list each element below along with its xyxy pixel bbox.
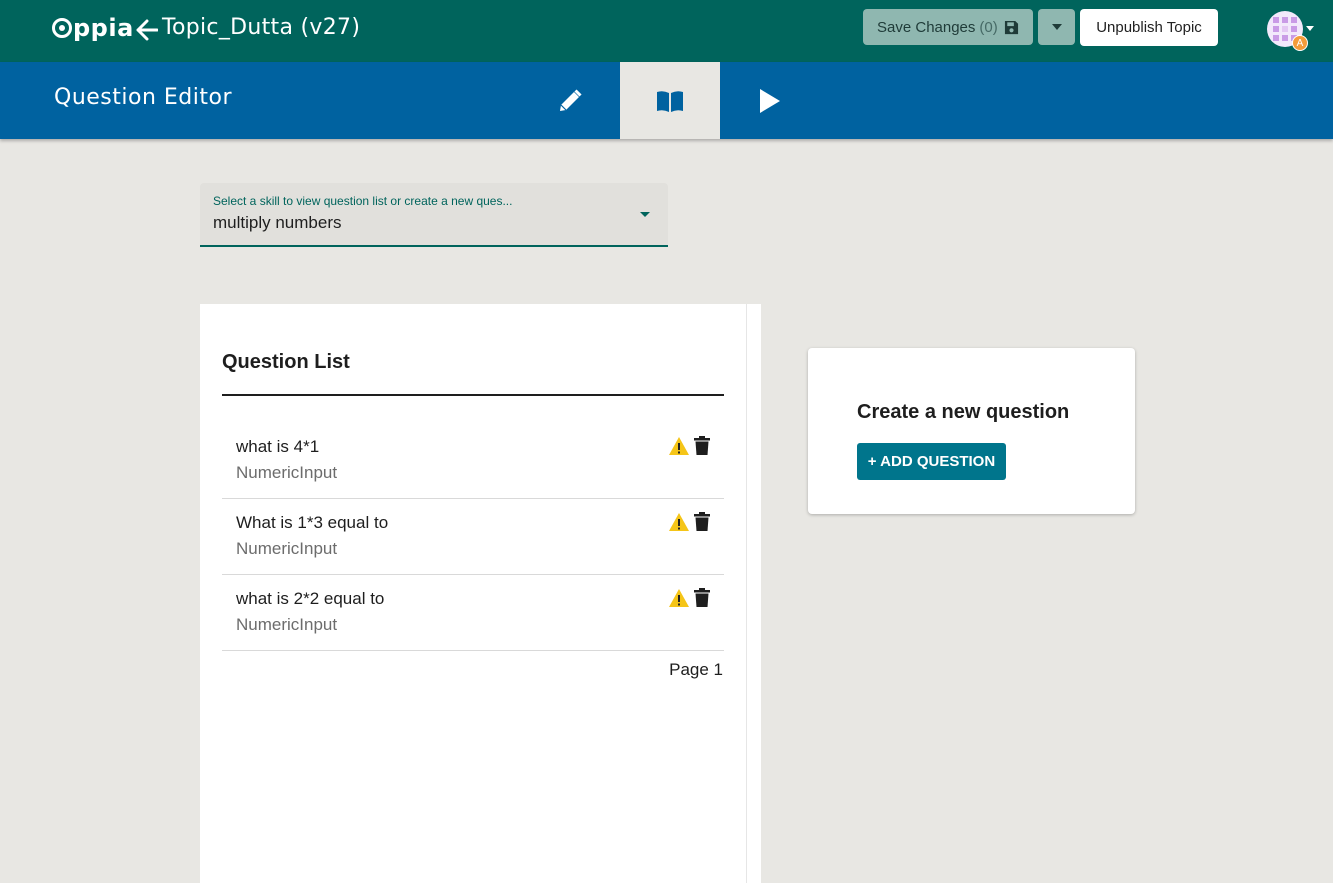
create-question-card: Create a new question + ADD QUESTION xyxy=(808,348,1135,514)
floppy-disk-icon xyxy=(1004,20,1018,34)
question-interaction-type: NumericInput xyxy=(236,463,338,482)
question-text: What is 1*3 equal to xyxy=(236,513,389,532)
tab-main-editor[interactable] xyxy=(520,62,620,139)
oppia-logo-mark-icon xyxy=(52,18,72,38)
save-changes-button[interactable]: Save Changes (0) xyxy=(863,9,1033,45)
question-row[interactable]: what is 4*1 NumericInput xyxy=(222,423,724,499)
page-title: Question Editor xyxy=(54,85,232,110)
save-changes-label: Save Changes xyxy=(877,18,976,36)
skill-select-dropdown[interactable]: Select a skill to view question list or … xyxy=(200,183,668,247)
avatar-badge: A xyxy=(1292,35,1308,51)
topic-title: Topic_Dutta (v27) xyxy=(162,15,361,40)
logo-text: ppia xyxy=(73,14,134,42)
trash-icon[interactable] xyxy=(694,436,710,455)
pencil-icon xyxy=(560,88,582,111)
trash-icon[interactable] xyxy=(694,512,710,531)
add-question-button[interactable]: + ADD QUESTION xyxy=(857,443,1006,480)
question-list-divider xyxy=(222,394,724,396)
back-arrow-icon[interactable] xyxy=(136,17,158,43)
tab-question-editor[interactable] xyxy=(620,62,720,139)
trash-icon[interactable] xyxy=(694,588,710,607)
editor-navbar: Question Editor xyxy=(0,62,1333,139)
skill-select-label: Select a skill to view question list or … xyxy=(213,194,513,208)
question-list-panel: Question List what is 4*1 NumericInput W… xyxy=(200,304,746,883)
panel-splitter[interactable] xyxy=(746,304,761,883)
question-list-title: Question List xyxy=(222,351,350,373)
save-changes-count: (0) xyxy=(979,18,998,36)
play-icon xyxy=(760,88,780,113)
question-interaction-type: NumericInput xyxy=(236,539,338,558)
profile-menu-caret-icon[interactable] xyxy=(1306,26,1314,31)
question-text: what is 2*2 equal to xyxy=(236,589,385,608)
caret-down-icon xyxy=(1051,24,1062,30)
tab-preview[interactable] xyxy=(719,62,819,139)
chevron-down-icon xyxy=(640,212,650,217)
question-row[interactable]: What is 1*3 equal to NumericInput xyxy=(222,499,724,575)
oppia-logo[interactable]: ppia xyxy=(52,14,134,42)
question-row[interactable]: what is 2*2 equal to NumericInput xyxy=(222,575,724,651)
create-question-title: Create a new question xyxy=(857,401,1070,423)
question-text: what is 4*1 xyxy=(236,437,320,456)
top-navbar: ppia Topic_Dutta (v27) Save Changes (0) … xyxy=(0,0,1333,62)
pagination-label: Page 1 xyxy=(669,660,723,679)
skill-select-value: multiply numbers xyxy=(213,213,342,232)
save-options-dropdown-button[interactable] xyxy=(1038,9,1075,45)
open-book-icon xyxy=(657,90,683,112)
warning-icon xyxy=(669,513,689,531)
question-interaction-type: NumericInput xyxy=(236,615,338,634)
warning-icon xyxy=(669,589,689,607)
warning-icon xyxy=(669,437,689,455)
unpublish-topic-button[interactable]: Unpublish Topic xyxy=(1080,9,1218,46)
